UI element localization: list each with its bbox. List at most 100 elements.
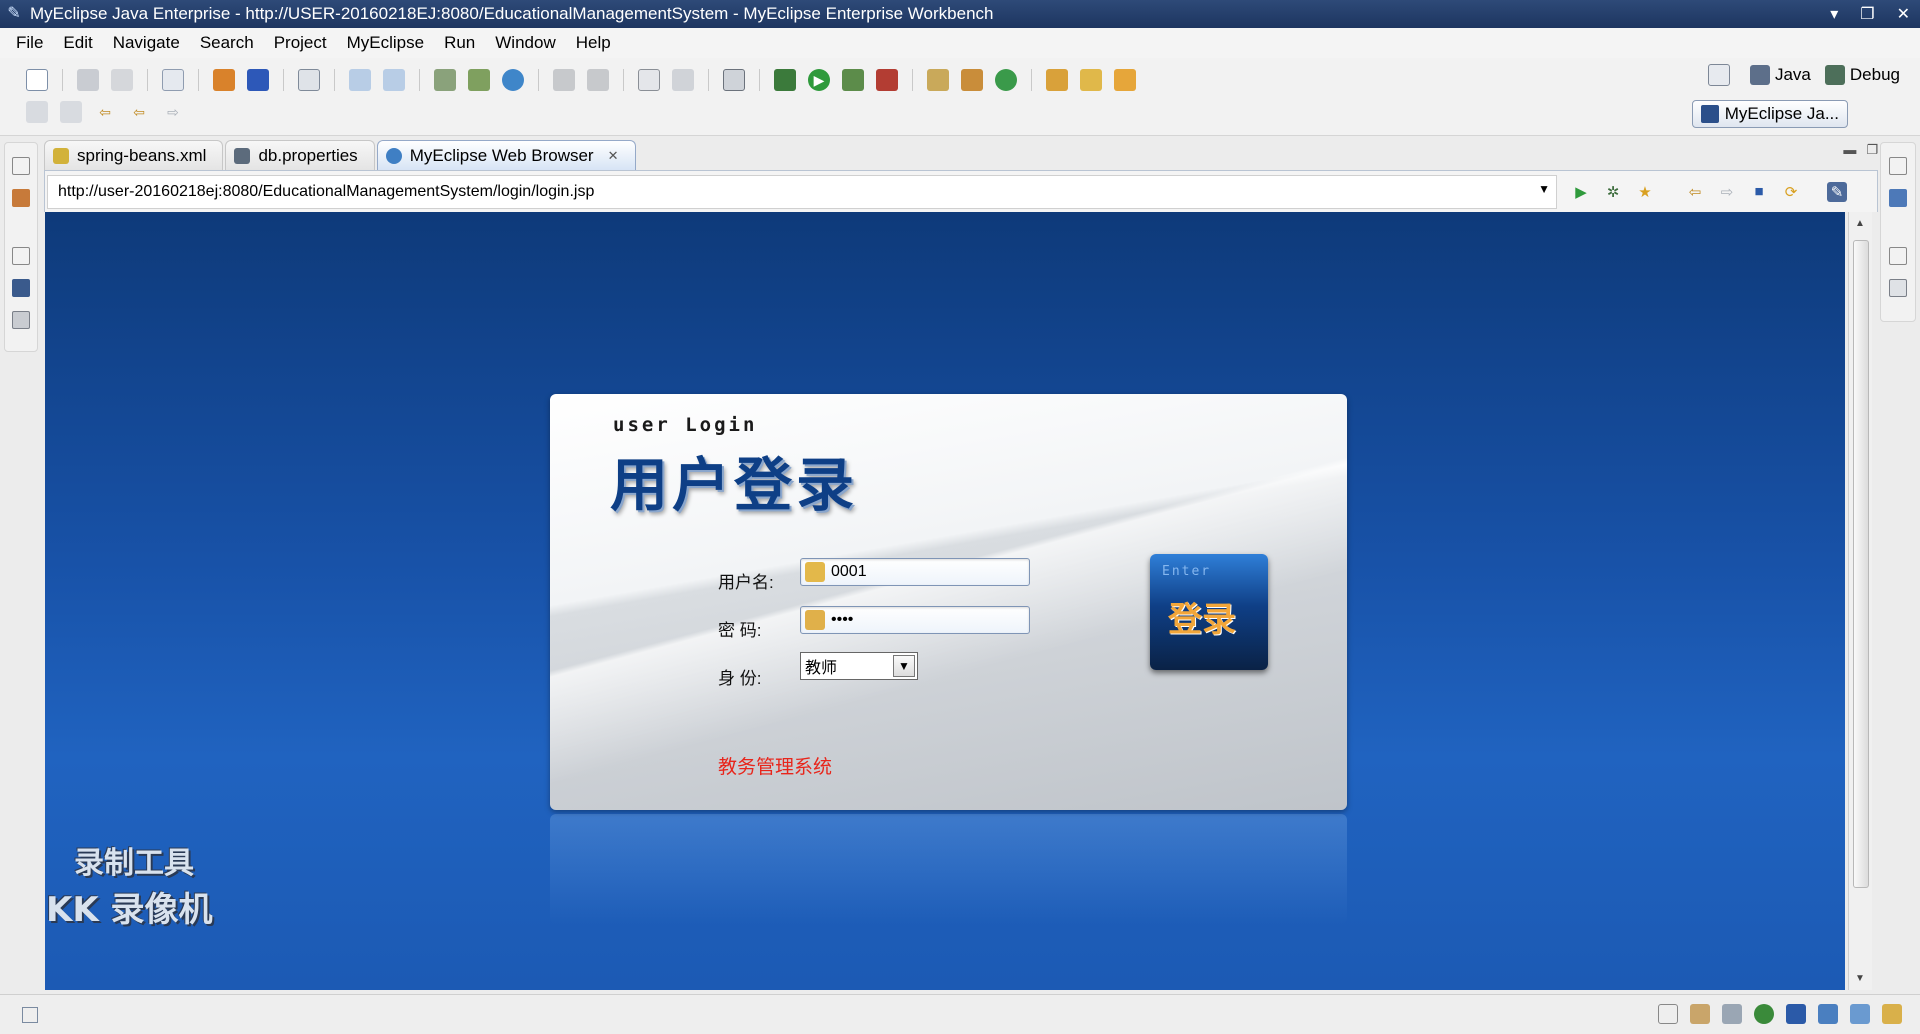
ejb-icon[interactable] [213, 69, 235, 91]
browser-toolbar: http://user-20160218ej:8080/EducationalM… [44, 170, 1878, 212]
url-input[interactable]: http://user-20160218ej:8080/EducationalM… [47, 174, 1557, 209]
java-perspective[interactable]: Java [1749, 65, 1811, 85]
login-panel-reflection [550, 814, 1347, 924]
browser-settings-icon[interactable]: ✎ [1827, 181, 1847, 202]
menu-window[interactable]: Window [485, 33, 565, 53]
forward-icon[interactable]: ⇨ [1717, 182, 1737, 202]
pen-icon[interactable] [1882, 1004, 1902, 1024]
cut-icon[interactable] [553, 69, 575, 91]
snippets-icon[interactable] [1850, 1004, 1870, 1024]
minimize-icon[interactable]: ▾ [1830, 4, 1838, 24]
run-config-icon[interactable] [842, 69, 864, 91]
last-edit-icon[interactable]: ⇦ [94, 101, 116, 123]
new-class-icon[interactable] [927, 69, 949, 91]
forward-icon[interactable]: ⇨ [162, 101, 184, 123]
run-server-icon[interactable] [434, 69, 456, 91]
go-icon[interactable]: ▶ [1571, 182, 1591, 202]
run-icon[interactable]: ▶ [808, 69, 830, 91]
chevron-down-icon[interactable]: ▼ [893, 655, 915, 677]
restore-icon[interactable]: ❐ [1860, 4, 1874, 24]
username-field[interactable]: 0001 [800, 558, 1030, 586]
vertical-scrollbar[interactable]: ▲ ▼ [1848, 212, 1872, 990]
search-icon[interactable] [672, 69, 694, 91]
stop-server-icon[interactable] [468, 69, 490, 91]
sync-icon[interactable] [995, 69, 1017, 91]
tasks-icon[interactable] [1818, 1004, 1838, 1024]
browser-icon[interactable] [502, 69, 524, 91]
restore-view-icon[interactable] [1889, 157, 1907, 175]
next-annotation-icon[interactable] [26, 101, 48, 123]
myeclipse-app-icon: ✎ [7, 5, 21, 22]
database-icon[interactable] [298, 69, 320, 91]
back-icon[interactable]: ⇦ [1685, 182, 1705, 202]
login-button[interactable]: Enter 登录 [1150, 554, 1268, 670]
monitor-icon[interactable] [1786, 1004, 1806, 1024]
servers-view-icon[interactable] [12, 279, 30, 297]
prev-annotation-icon[interactable] [60, 101, 82, 123]
login-subtitle: user Login [613, 414, 758, 436]
myeclipse-perspective[interactable]: MyEclipse Ja... [1691, 100, 1848, 128]
package-icon[interactable] [247, 69, 269, 91]
menu-edit[interactable]: Edit [53, 33, 102, 53]
open-type-icon[interactable] [1046, 69, 1068, 91]
scrollbar-thumb[interactable] [1853, 240, 1869, 888]
debug-perspective[interactable]: Debug [1824, 65, 1900, 85]
tab-web-browser[interactable]: MyEclipse Web Browser ✕ [376, 140, 636, 170]
tab-spring-beans[interactable]: spring-beans.xml [44, 140, 224, 170]
restore-view-icon[interactable] [12, 157, 30, 175]
outline-icon[interactable] [1889, 189, 1907, 207]
console-icon[interactable] [1690, 1004, 1710, 1024]
favorite-icon[interactable]: ★ [1635, 182, 1655, 202]
fast-view-icon[interactable] [22, 1007, 38, 1023]
refresh-icon[interactable] [587, 69, 609, 91]
screenshot-icon[interactable] [723, 69, 745, 91]
menu-file[interactable]: File [6, 33, 53, 53]
role-select[interactable]: 教师 ▼ [800, 652, 918, 680]
stop-icon[interactable]: ■ [1749, 182, 1769, 202]
print-icon[interactable] [111, 69, 133, 91]
refresh-icon[interactable]: ⟳ [1781, 182, 1801, 202]
java-perspective-label: Java [1774, 65, 1811, 84]
package-explorer-icon[interactable] [12, 189, 30, 207]
menu-myeclipse[interactable]: MyEclipse [337, 33, 434, 53]
restore-view-icon[interactable] [1889, 247, 1907, 265]
toolbar-separator [538, 69, 539, 91]
debug-page-icon[interactable]: ✲ [1603, 182, 1623, 202]
new-package-icon[interactable] [961, 69, 983, 91]
menu-run[interactable]: Run [434, 33, 485, 53]
image-icon[interactable] [638, 69, 660, 91]
problems-icon[interactable] [1722, 1004, 1742, 1024]
pen-icon[interactable] [1080, 69, 1102, 91]
menu-project[interactable]: Project [264, 33, 337, 53]
web-project-icon[interactable] [383, 69, 405, 91]
new-icon[interactable] [26, 69, 48, 91]
open-perspective-icon[interactable] [1707, 64, 1730, 86]
scroll-down-icon[interactable]: ▼ [1855, 973, 1865, 984]
restore-view-icon[interactable] [1658, 1004, 1678, 1024]
url-history-dropdown-icon[interactable]: ▼ [1538, 182, 1550, 196]
menu-navigate[interactable]: Navigate [103, 33, 190, 53]
menu-help[interactable]: Help [566, 33, 621, 53]
external-tools-icon[interactable] [876, 69, 898, 91]
close-icon[interactable]: ✕ [1897, 4, 1910, 24]
main-toolbar: ▶ ⇦ ⇦ ⇨ Java Debug MyEclipse Ja... [0, 58, 1920, 136]
password-field[interactable]: •••• [800, 606, 1030, 634]
tab-label: MyEclipse Web Browser [409, 145, 594, 165]
back-icon[interactable]: ⇦ [128, 101, 150, 123]
restore-view-icon[interactable] [12, 247, 30, 265]
web-icon[interactable] [1754, 1004, 1774, 1024]
maximize-editor-icon[interactable]: ❐ [1866, 142, 1878, 158]
save-icon[interactable] [77, 69, 99, 91]
deploy-icon[interactable] [349, 69, 371, 91]
debug-icon[interactable] [774, 69, 796, 91]
close-tab-icon[interactable]: ✕ [608, 148, 619, 164]
image-preview-icon[interactable] [12, 311, 30, 329]
open-resource-icon[interactable] [1114, 69, 1136, 91]
menu-search[interactable]: Search [190, 33, 264, 53]
scroll-up-icon[interactable]: ▲ [1855, 218, 1865, 229]
toolbar-separator [623, 69, 624, 91]
tab-db-properties[interactable]: db.properties [225, 140, 375, 170]
server-icon[interactable] [162, 69, 184, 91]
minimize-editor-icon[interactable]: ▬ [1843, 142, 1856, 158]
properties-view-icon[interactable] [1889, 279, 1907, 297]
